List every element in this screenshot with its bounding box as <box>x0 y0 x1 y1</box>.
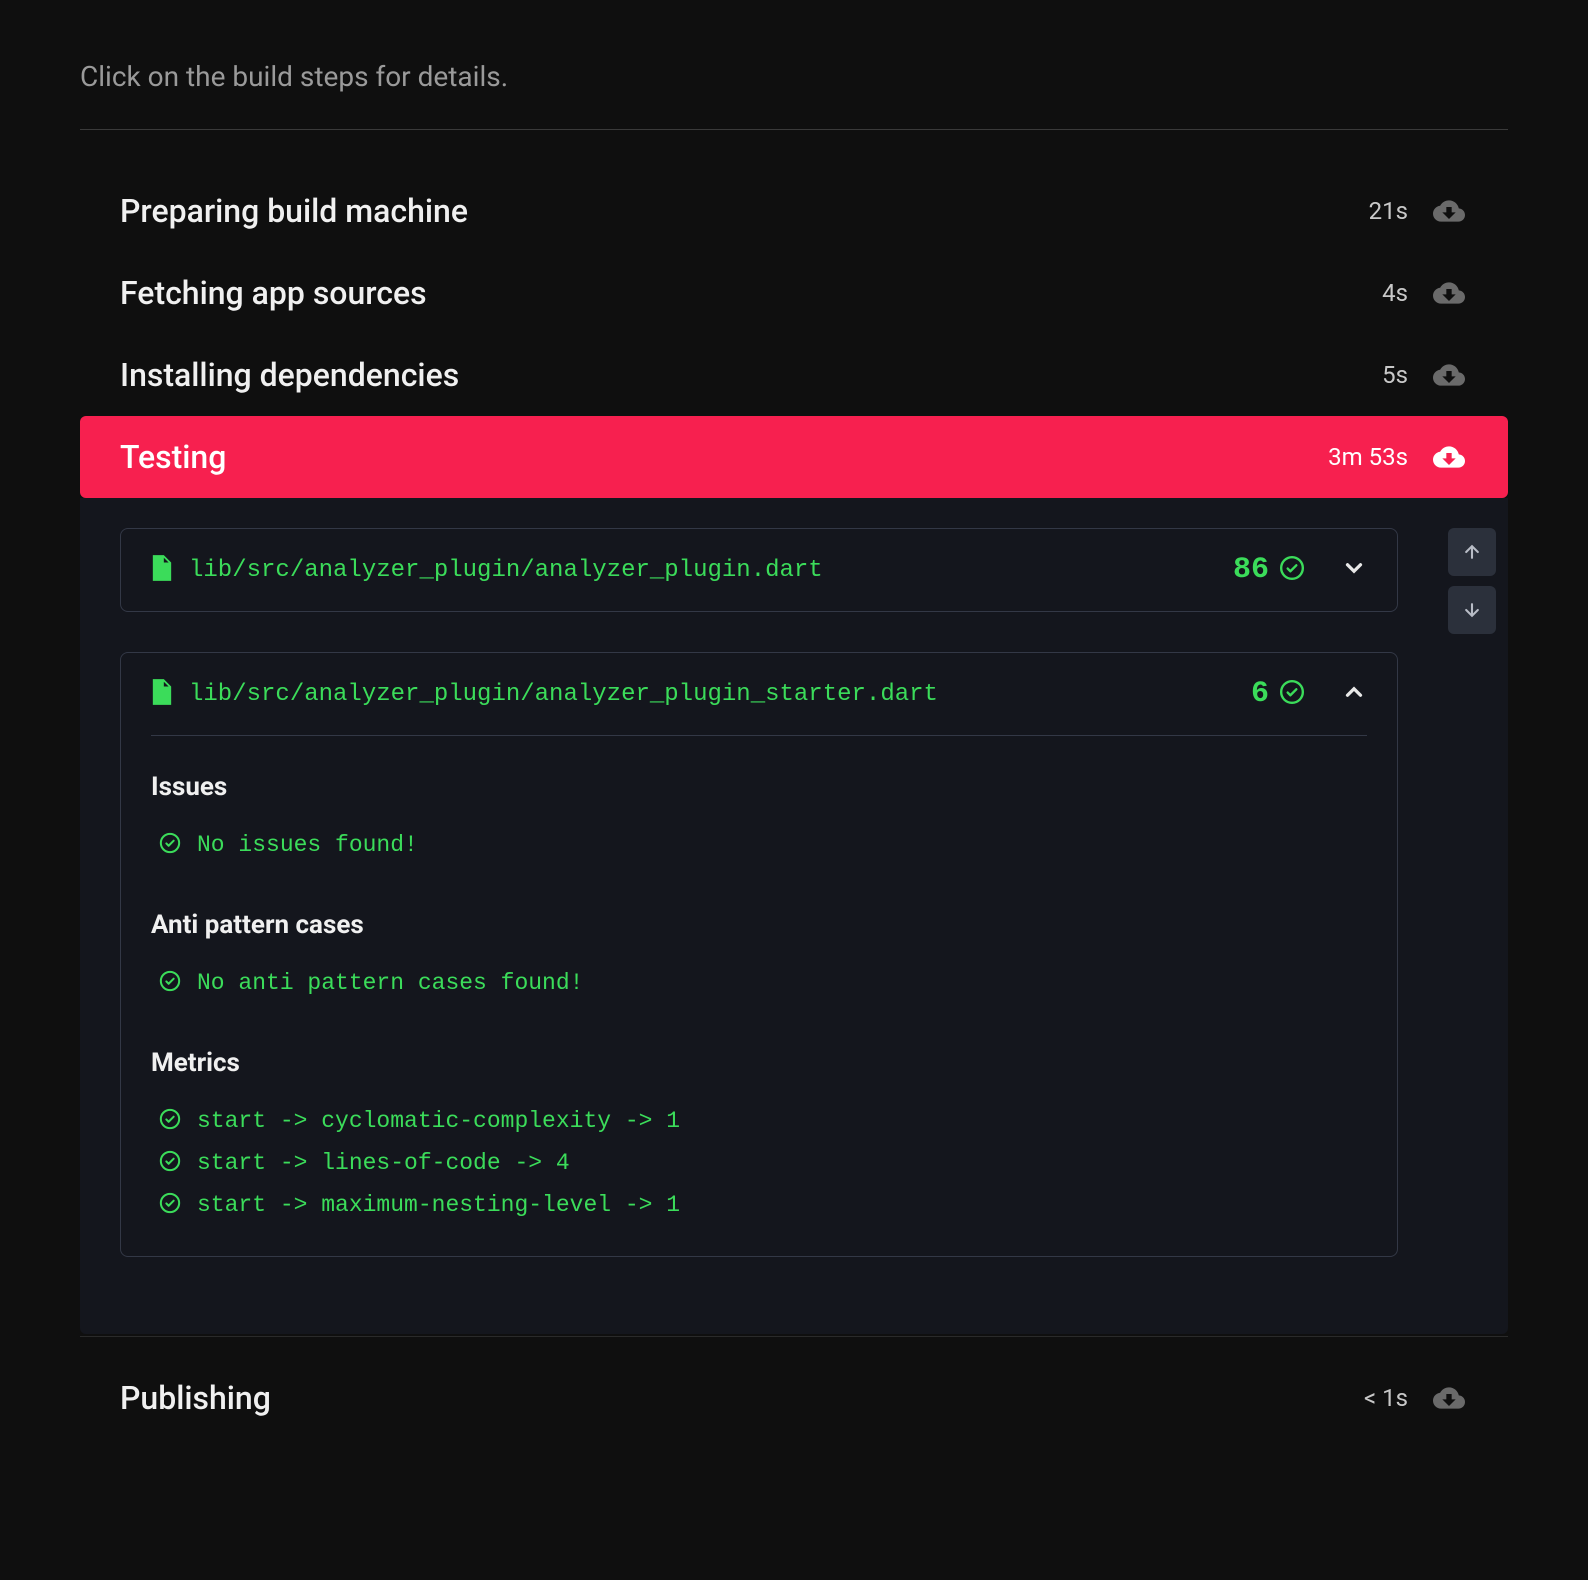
testing-bottom-rule <box>80 1336 1508 1337</box>
cloud-download-icon <box>1433 195 1465 227</box>
check-circle-icon <box>1279 555 1305 585</box>
cloud-download-icon <box>1433 441 1465 473</box>
step-title: Testing <box>120 438 1328 476</box>
step-fetching-sources[interactable]: Fetching app sources 4s <box>80 252 1508 334</box>
anti-pattern-section: Anti pattern cases No anti pattern cases… <box>151 910 1367 1004</box>
result-line: start -> cyclomatic-complexity -> 1 <box>151 1100 1367 1142</box>
step-time: 3m 53s <box>1328 443 1408 471</box>
chevron-up-icon <box>1341 679 1367 709</box>
step-time: 5s <box>1382 361 1408 389</box>
result-line: start -> lines-of-code -> 4 <box>151 1142 1367 1184</box>
result-text: start -> lines-of-code -> 4 <box>197 1150 570 1176</box>
section-heading: Issues <box>151 772 1367 802</box>
step-title: Publishing <box>120 1379 1364 1417</box>
step-title: Fetching app sources <box>120 274 1382 312</box>
file-count: 6 <box>1251 677 1269 711</box>
chevron-down-icon <box>1341 555 1367 585</box>
step-preparing-build[interactable]: Preparing build machine 21s <box>80 170 1508 252</box>
step-installing-deps[interactable]: Installing dependencies 5s <box>80 334 1508 416</box>
check-circle-icon <box>159 1150 181 1176</box>
instruction-text: Click on the build steps for details. <box>80 60 1508 93</box>
check-circle-icon <box>159 1108 181 1134</box>
testing-body: lib/src/analyzer_plugin/analyzer_plugin.… <box>80 498 1508 1334</box>
file-path: lib/src/analyzer_plugin/analyzer_plugin_… <box>189 681 1251 708</box>
step-time: < 1s <box>1364 1384 1408 1412</box>
file-header[interactable]: lib/src/analyzer_plugin/analyzer_plugin_… <box>121 653 1397 735</box>
cloud-download-icon <box>1433 277 1465 309</box>
issues-section: Issues No issues found! <box>151 772 1367 866</box>
file-body-divider <box>151 735 1367 736</box>
result-text: No issues found! <box>197 832 418 858</box>
file-count: 86 <box>1233 553 1269 587</box>
step-title: Installing dependencies <box>120 356 1382 394</box>
result-line: No issues found! <box>151 824 1367 866</box>
scroll-up-button[interactable] <box>1448 528 1496 576</box>
result-line: start -> maximum-nesting-level -> 1 <box>151 1184 1367 1226</box>
download-log-button[interactable] <box>1430 356 1468 394</box>
result-line: No anti pattern cases found! <box>151 962 1367 1004</box>
file-body: Issues No issues found! Anti pattern cas… <box>121 735 1397 1256</box>
file-icon <box>151 679 173 709</box>
file-header[interactable]: lib/src/analyzer_plugin/analyzer_plugin.… <box>121 529 1397 611</box>
check-circle-icon <box>1279 679 1305 709</box>
step-title: Preparing build machine <box>120 192 1369 230</box>
section-heading: Metrics <box>151 1048 1367 1078</box>
section-heading: Anti pattern cases <box>151 910 1367 940</box>
file-icon <box>151 555 173 585</box>
step-time: 4s <box>1382 279 1408 307</box>
step-publishing[interactable]: Publishing < 1s <box>80 1357 1508 1439</box>
result-text: start -> cyclomatic-complexity -> 1 <box>197 1108 680 1134</box>
download-log-button[interactable] <box>1430 1379 1468 1417</box>
result-text: No anti pattern cases found! <box>197 970 583 996</box>
log-nav-arrows <box>1448 528 1496 634</box>
arrow-down-icon <box>1462 600 1482 620</box>
step-time: 21s <box>1369 197 1408 225</box>
check-circle-icon <box>159 1192 181 1218</box>
result-text: start -> maximum-nesting-level -> 1 <box>197 1192 680 1218</box>
check-circle-icon <box>159 970 181 996</box>
file-panel-analyzer-plugin: lib/src/analyzer_plugin/analyzer_plugin.… <box>120 528 1398 612</box>
file-panel-analyzer-plugin-starter: lib/src/analyzer_plugin/analyzer_plugin_… <box>120 652 1398 1257</box>
file-path: lib/src/analyzer_plugin/analyzer_plugin.… <box>189 557 1233 584</box>
metrics-section: Metrics start -> cyclomatic-complexity -… <box>151 1048 1367 1226</box>
arrow-up-icon <box>1462 542 1482 562</box>
download-log-button[interactable] <box>1430 274 1468 312</box>
check-circle-icon <box>159 832 181 858</box>
cloud-download-icon <box>1433 1382 1465 1414</box>
scroll-down-button[interactable] <box>1448 586 1496 634</box>
divider <box>80 129 1508 130</box>
download-log-button[interactable] <box>1430 192 1468 230</box>
download-log-button[interactable] <box>1430 438 1468 476</box>
cloud-download-icon <box>1433 359 1465 391</box>
step-testing[interactable]: Testing 3m 53s <box>80 416 1508 498</box>
